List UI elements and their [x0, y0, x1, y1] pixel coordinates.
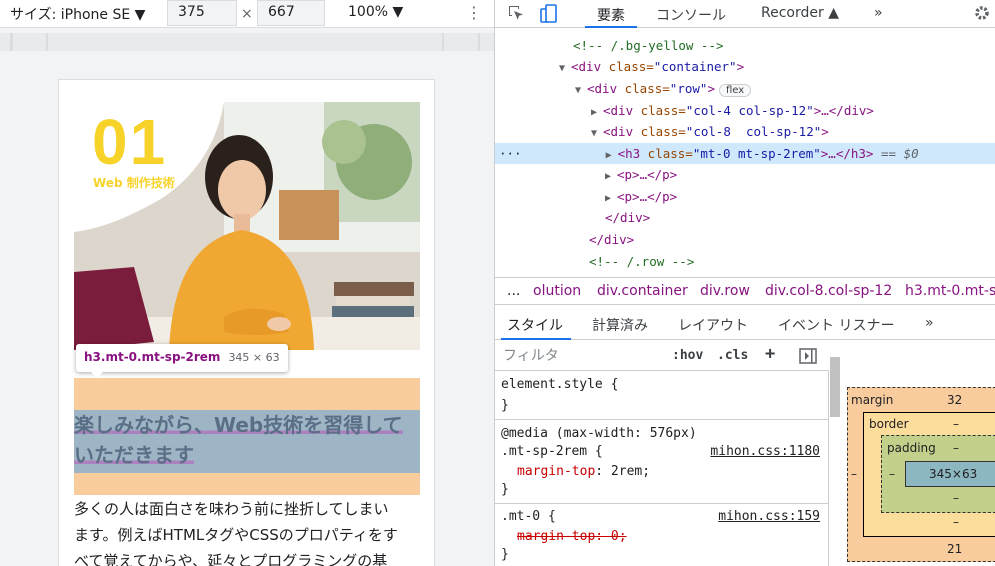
- more-tabs-icon[interactable]: »: [874, 5, 883, 21]
- hero-image: 01 Web 制作技術: [74, 102, 420, 350]
- device-emulation-pane: サイズ: iPhone SE ▼ 375 × 667 100% ▼ ⋮ 01 W…: [0, 0, 494, 566]
- style-rules-pane: element.style { } @media (max-width: 576…: [495, 371, 829, 566]
- rule-mt-0-source-link[interactable]: mihon.css:159: [718, 508, 820, 526]
- styles-scrollbar[interactable]: [830, 357, 840, 417]
- tab-layout[interactable]: レイアウト: [678, 315, 748, 335]
- border-bottom-value[interactable]: –: [953, 515, 959, 529]
- body-line-3: べて覚えてからや、延々とプログラミングの基: [74, 552, 388, 566]
- heading-line-1: 楽しみながら、Web技術を習得して: [74, 413, 403, 437]
- rule-mt-0-close: }: [501, 547, 509, 562]
- device-toolbar: サイズ: iPhone SE ▼ 375 × 667 100% ▼ ⋮: [0, 0, 494, 28]
- dom-node-close-div-1[interactable]: </div>: [495, 207, 995, 228]
- body-line-2: ます。例えばHTMLタグやCSSのプロパティをす: [74, 526, 398, 544]
- active-tab-indicator: [585, 26, 637, 28]
- styles-tab-bar: スタイル 計算済み レイアウト イベント リスナー »: [495, 310, 995, 340]
- content-size-value[interactable]: 345×63: [929, 467, 977, 481]
- rule-element-style-close: }: [501, 398, 509, 413]
- hover-state-toggle[interactable]: :hov: [672, 348, 703, 363]
- styles-filter-bar: :hov .cls +: [495, 341, 829, 371]
- tab-event-listeners[interactable]: イベント リスナー: [778, 315, 894, 335]
- box-model-diagram: margin 32 – 21 border – – padding – – – …: [847, 387, 995, 566]
- breadcrumb: ... olution div.container div.row div.co…: [495, 277, 995, 305]
- device-toggle-icon[interactable]: [540, 4, 558, 28]
- kebab-menu-icon[interactable]: ⋮: [466, 3, 482, 22]
- hero-number: 01: [92, 106, 168, 178]
- tab-recorder[interactable]: Recorder ▲: [761, 5, 839, 21]
- margin-left-value[interactable]: –: [851, 467, 857, 481]
- devtools-pane: 要素 コンソール Recorder ▲ » <!-- /.bg-yellow -…: [494, 0, 995, 566]
- rule-mt-0-overridden-declaration[interactable]: margin-top: 0;: [517, 528, 627, 546]
- dom-node-col-8[interactable]: ▼ <div class="col-8 col-sp-12">: [495, 121, 995, 142]
- hero-subtitle: Web 制作技術: [93, 176, 175, 190]
- dom-node-close-div-2[interactable]: </div>: [495, 229, 995, 250]
- devtools-tab-bar: 要素 コンソール Recorder ▲ »: [495, 0, 995, 28]
- filter-input[interactable]: [499, 344, 655, 368]
- dom-node-comment-row[interactable]: <!-- /.row -->: [495, 251, 995, 272]
- dom-node-col-4[interactable]: ▶ <div class="col-4 col-sp-12">…</div>: [495, 100, 995, 121]
- rule-mt-sp-2rem-close: }: [501, 482, 509, 497]
- rule-mt-sp-2rem-declaration[interactable]: margin-top: 2rem;: [517, 463, 650, 481]
- dom-node-p-2[interactable]: ▶ <p>…</p>: [495, 186, 995, 207]
- inspect-element-icon[interactable]: [507, 4, 525, 26]
- tooltip-size: 345 × 63: [228, 351, 280, 364]
- tab-styles[interactable]: スタイル: [507, 315, 563, 335]
- breadcrumb-item-col-8[interactable]: div.col-8.col-sp-12: [765, 283, 892, 299]
- new-rule-plus-icon[interactable]: +: [765, 344, 775, 364]
- height-input[interactable]: 667: [257, 0, 325, 26]
- toggle-sidebar-icon[interactable]: [799, 348, 817, 368]
- tab-console[interactable]: コンソール: [656, 5, 726, 25]
- node-actions-dots[interactable]: ···: [499, 146, 522, 161]
- dom-node-container[interactable]: ▼ <div class="container">: [495, 56, 995, 77]
- tooltip-selector: h3.mt-0.mt-sp-2rem: [84, 350, 221, 364]
- dom-tree: <!-- /.bg-yellow --> ▼ <div class="contai…: [495, 33, 995, 273]
- tab-computed[interactable]: 計算済み: [592, 315, 648, 335]
- media-query-ruler[interactable]: [0, 33, 494, 51]
- device-select[interactable]: サイズ: iPhone SE ▼: [10, 4, 145, 24]
- dom-node-comment-bg-yellow[interactable]: <!-- /.bg-yellow -->: [495, 35, 995, 56]
- dom-node-row[interactable]: ▼ <div class="row"> flex: [495, 78, 995, 99]
- dimension-separator: ×: [241, 6, 253, 22]
- tab-elements[interactable]: 要素: [597, 5, 625, 25]
- border-label: border: [869, 417, 909, 431]
- border-top-value[interactable]: –: [953, 417, 959, 431]
- element-inspect-tooltip: h3.mt-0.mt-sp-2rem 345 × 63: [76, 344, 288, 378]
- dom-node-p-1[interactable]: ▶ <p>…</p>: [495, 164, 995, 185]
- emulated-viewport: 01 Web 制作技術 楽しみながら、Web技術を習得して いただきます h3.…: [58, 79, 435, 566]
- padding-top-value[interactable]: –: [953, 441, 959, 455]
- rule-element-style-selector[interactable]: element.style {: [501, 376, 618, 394]
- breadcrumb-item-h3[interactable]: h3.mt-0.mt-sp: [905, 283, 995, 299]
- settings-gear-icon[interactable]: [973, 4, 991, 26]
- breadcrumb-item-container[interactable]: div.container: [597, 283, 688, 299]
- padding-label: padding: [887, 441, 936, 455]
- active-style-tab-indicator: [501, 338, 571, 340]
- breadcrumb-more[interactable]: ...: [507, 283, 520, 299]
- heading-line-2: いただきます: [74, 443, 194, 467]
- zoom-select[interactable]: 100% ▼: [348, 4, 403, 20]
- section-heading: 楽しみながら、Web技術を習得して いただきます: [74, 410, 420, 470]
- rule-mt-sp-2rem-selector[interactable]: .mt-sp-2rem {: [501, 443, 603, 461]
- body-line-1: 多くの人は面白さを味わう前に挫折してしまい: [74, 500, 389, 518]
- breadcrumb-item-solution[interactable]: olution: [533, 283, 581, 299]
- margin-label: margin: [851, 393, 894, 407]
- width-input[interactable]: 375: [167, 0, 237, 26]
- margin-bottom-value[interactable]: 21: [947, 542, 962, 556]
- padding-bottom-value[interactable]: –: [953, 491, 959, 505]
- rule-media-query: @media (max-width: 576px): [501, 426, 697, 441]
- class-toggle[interactable]: .cls: [717, 348, 748, 363]
- rule-mt-0-selector[interactable]: .mt-0 {: [501, 508, 556, 526]
- padding-left-value[interactable]: –: [889, 467, 895, 481]
- flex-badge[interactable]: flex: [718, 84, 752, 97]
- dom-node-h3-selected[interactable]: ··· ▶ <h3 class="mt-0 mt-sp-2rem">…</h3> =…: [495, 143, 995, 164]
- rule-mt-sp-2rem-source-link[interactable]: mihon.css:1180: [710, 443, 820, 461]
- margin-top-value[interactable]: 32: [947, 393, 962, 407]
- body-paragraph: 多くの人は面白さを味わう前に挫折してしまい ます。例えばHTMLタグやCSSのプ…: [74, 496, 420, 566]
- breadcrumb-item-row[interactable]: div.row: [700, 283, 750, 299]
- more-style-tabs-icon[interactable]: »: [925, 315, 934, 331]
